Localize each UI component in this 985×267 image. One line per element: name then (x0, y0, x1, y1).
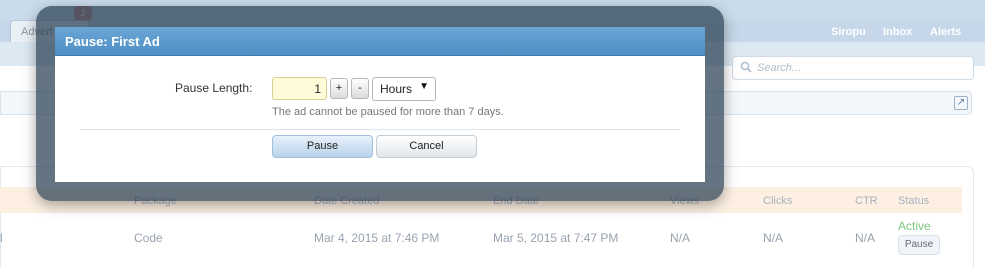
modal-body: Pause Length: 1 + - Hours ▼ The ad canno… (55, 56, 705, 182)
cancel-button[interactable]: Cancel (376, 135, 477, 158)
pause-length-input[interactable]: 1 (272, 77, 327, 100)
chevron-down-icon: ▼ (419, 81, 429, 92)
pause-button[interactable]: Pause (272, 135, 373, 158)
pause-limit-hint: The ad cannot be paused for more than 7 … (272, 106, 504, 118)
divider (80, 129, 680, 130)
modal-title: Pause: First Ad (55, 27, 705, 56)
pause-unit-value: Hours (380, 82, 413, 96)
pause-length-label: Pause Length: (175, 81, 253, 95)
decrement-button[interactable]: - (351, 78, 369, 99)
increment-button[interactable]: + (330, 78, 348, 99)
pause-unit-select[interactable]: Hours ▼ (372, 77, 436, 101)
